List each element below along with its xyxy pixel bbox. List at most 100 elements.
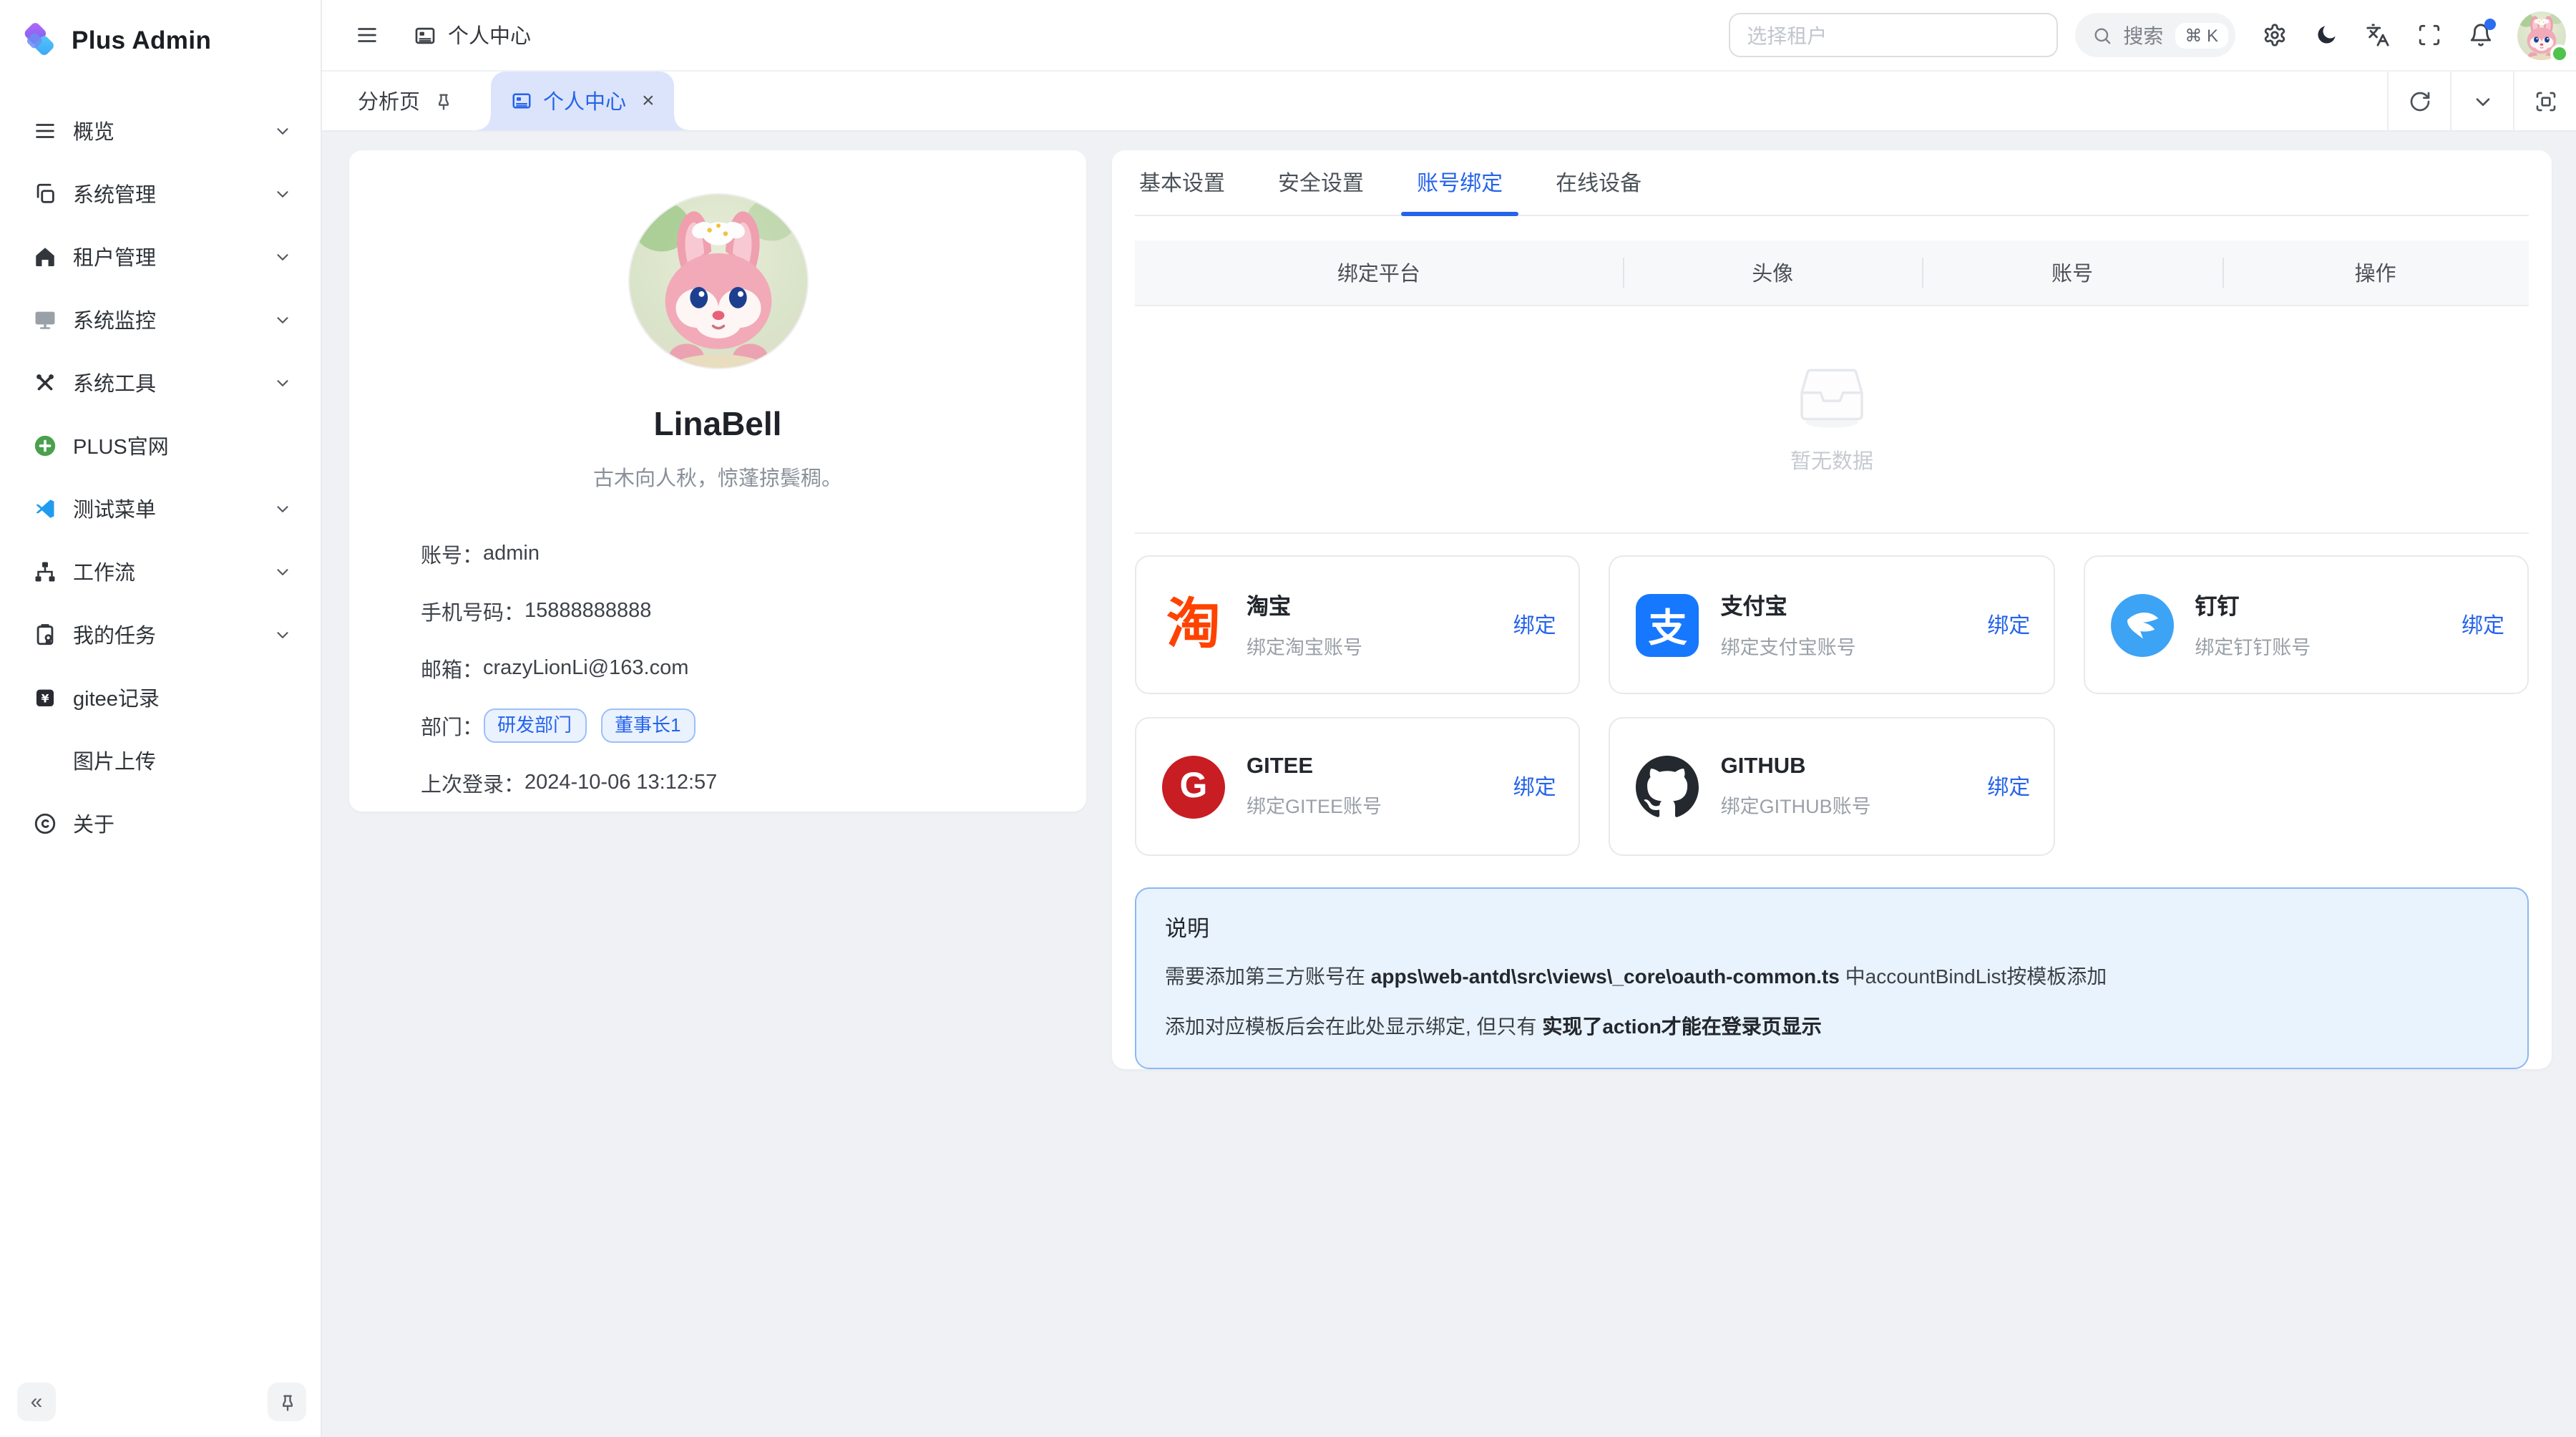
- sidebar-item-11[interactable]: 图片上传: [14, 731, 306, 789]
- bind-link[interactable]: 绑定: [1513, 610, 1556, 640]
- alipay-icon: 支: [1636, 593, 1699, 656]
- bind-link[interactable]: 绑定: [1987, 610, 2030, 640]
- sidebar-item-8[interactable]: 工作流: [14, 542, 306, 600]
- profile-field-row: 账号：admin: [421, 525, 1058, 583]
- field-value: crazyLionLi@163.com: [483, 657, 688, 680]
- column-divider: [1923, 258, 1924, 288]
- tab-close-icon[interactable]: ×: [642, 90, 655, 112]
- sidebar-pin-button[interactable]: [268, 1383, 306, 1421]
- sidebar-item-4[interactable]: 系统监控: [14, 291, 306, 348]
- bind-link[interactable]: 绑定: [1513, 771, 1556, 802]
- sidebar-collapse-button[interactable]: «: [17, 1383, 56, 1421]
- table-column-header: 绑定平台: [1135, 258, 1623, 288]
- sidebar-item-7[interactable]: 测试菜单: [14, 479, 306, 537]
- table-column-header: 头像: [1623, 258, 1923, 288]
- fullscreen-icon: [2416, 23, 2441, 47]
- user-avatar[interactable]: [2517, 11, 2566, 59]
- tab-2[interactable]: 个人中心 ×: [490, 72, 675, 130]
- sidebar-item-3[interactable]: 租户管理: [14, 228, 306, 285]
- sidebar-toggle-button[interactable]: [345, 14, 388, 57]
- sidebar-item-6[interactable]: PLUS官网: [14, 417, 306, 474]
- system-manage-icon: [33, 181, 57, 205]
- profile-field-row: 上次登录：2024-10-06 13:12:57: [421, 754, 1058, 812]
- taobao-icon: 淘: [1166, 598, 1221, 652]
- tab-1[interactable]: 分析页: [322, 72, 467, 130]
- sidebar: Plus Admin 概览系统管理租户管理系统监控系统工具 PLUS官网测试菜单工…: [0, 0, 322, 1437]
- profile-avatar: [628, 193, 808, 369]
- sidebar-item-label: 概览: [73, 115, 273, 145]
- bell-button[interactable]: [2459, 14, 2502, 57]
- sidebar-item-2[interactable]: 系统管理: [14, 165, 306, 222]
- moon-button[interactable]: [2304, 14, 2347, 57]
- settings-panel: 基本设置安全设置账号绑定在线设备 绑定平台头像账号操作 暂无数据 淘 淘宝 绑定…: [1112, 150, 2552, 1069]
- chevron-down-icon: [273, 310, 292, 328]
- sidebar-item-5[interactable]: 系统工具: [14, 354, 306, 411]
- icon-spacer: [33, 748, 57, 772]
- bind-link[interactable]: 绑定: [2462, 610, 2504, 640]
- chevron-down-tab-button[interactable]: [2450, 72, 2513, 130]
- panel-tab-label: 在线设备: [1556, 167, 1641, 198]
- chevron-down-icon: [273, 499, 292, 517]
- platform-name: GITEE: [1246, 754, 1513, 780]
- app-logo-icon: [20, 21, 59, 60]
- platform-desc: 绑定GITHUB账号: [1721, 790, 1988, 819]
- profile-fields: 账号：admin手机号码：15888888888邮箱：crazyLionLi@1…: [349, 492, 1086, 812]
- field-label: 邮箱：: [421, 653, 483, 683]
- settings-button[interactable]: [2253, 14, 2296, 57]
- profile-field-row: 邮箱：crazyLionLi@163.com: [421, 640, 1058, 697]
- global-search-button[interactable]: 搜索 ⌘ K: [2074, 13, 2235, 57]
- chevron-down-icon: [2471, 89, 2494, 112]
- refresh-tab-button[interactable]: [2387, 72, 2450, 130]
- platform-logo: 支: [1636, 593, 1699, 656]
- maximize-icon: [2534, 89, 2557, 112]
- panel-tab-2[interactable]: 安全设置: [1274, 150, 1368, 215]
- panel-tab-4[interactable]: 在线设备: [1551, 150, 1646, 215]
- sidebar-item-label: 图片上传: [73, 745, 292, 775]
- sidebar-item-12[interactable]: 关于: [14, 794, 306, 852]
- tasks-icon: [33, 622, 57, 646]
- bind-link[interactable]: 绑定: [1987, 771, 2030, 802]
- platform-info: 支付宝 绑定支付宝账号: [1721, 590, 1988, 660]
- platform-info: GITHUB 绑定GITHUB账号: [1721, 754, 1988, 819]
- bind-card-支付宝: 支 支付宝 绑定支付宝账号 绑定: [1609, 555, 2055, 694]
- note-line: 添加对应模板后会在此处显示绑定, 但只有 实现了action才能在登录页显示: [1165, 1011, 2499, 1042]
- panel-tab-1[interactable]: 基本设置: [1135, 150, 1229, 215]
- field-label: 账号：: [421, 539, 483, 569]
- tab-label: 个人中心: [543, 86, 626, 116]
- search-icon: [2092, 25, 2112, 45]
- page-tabbar: 分析页 个人中心 ×: [322, 72, 2576, 132]
- tenant-select-input[interactable]: [1728, 13, 2057, 57]
- platform-desc: 绑定淘宝账号: [1246, 631, 1513, 660]
- bind-card-github: GITHUB 绑定GITHUB账号 绑定: [1609, 717, 2055, 856]
- app-logo: Plus Admin: [0, 0, 321, 60]
- sidebar-menu: 概览系统管理租户管理系统监控系统工具 PLUS官网测试菜单工作流我的任务¥gite…: [0, 60, 321, 852]
- sidebar-item-label: 系统监控: [73, 304, 273, 334]
- platform-name: 钉钉: [2195, 590, 2462, 621]
- language-button[interactable]: [2356, 14, 2399, 57]
- platform-logo: G: [1162, 755, 1225, 818]
- column-divider: [2222, 258, 2223, 288]
- breadcrumb-label: 个人中心: [448, 20, 531, 50]
- sidebar-item-10[interactable]: ¥gitee记录: [14, 668, 306, 726]
- chevron-down-icon: [273, 184, 292, 203]
- platform-desc: 绑定GITEE账号: [1246, 790, 1513, 819]
- sidebar-item-9[interactable]: 我的任务: [14, 605, 306, 663]
- sidebar-item-label: 租户管理: [73, 241, 273, 271]
- maximize-tab-button[interactable]: [2513, 72, 2576, 130]
- refresh-icon: [2408, 89, 2431, 112]
- table-column-header: 操作: [2222, 258, 2529, 288]
- empty-text: 暂无数据: [1790, 445, 1873, 475]
- main-content: LinaBell 古木向人秋，惊蓬掠鬓稠。 账号：admin手机号码：15888…: [322, 132, 2576, 1437]
- sidebar-item-1[interactable]: 概览: [14, 102, 306, 159]
- monitor-icon: [33, 307, 57, 331]
- panel-tab-3[interactable]: 账号绑定: [1413, 150, 1507, 215]
- note-line: 需要添加第三方账号在 apps\web-antd\src\views\_core…: [1165, 962, 2499, 993]
- sidebar-item-label: 关于: [73, 808, 292, 838]
- field-value: admin: [483, 542, 540, 565]
- profile-card: LinaBell 古木向人秋，惊蓬掠鬓稠。 账号：admin手机号码：15888…: [349, 150, 1086, 812]
- chevron-down-icon: [273, 625, 292, 643]
- tab-label: 分析页: [358, 86, 420, 116]
- platform-desc: 绑定支付宝账号: [1721, 631, 1988, 660]
- dingtalk-icon: [2110, 593, 2173, 656]
- fullscreen-button[interactable]: [2407, 14, 2450, 57]
